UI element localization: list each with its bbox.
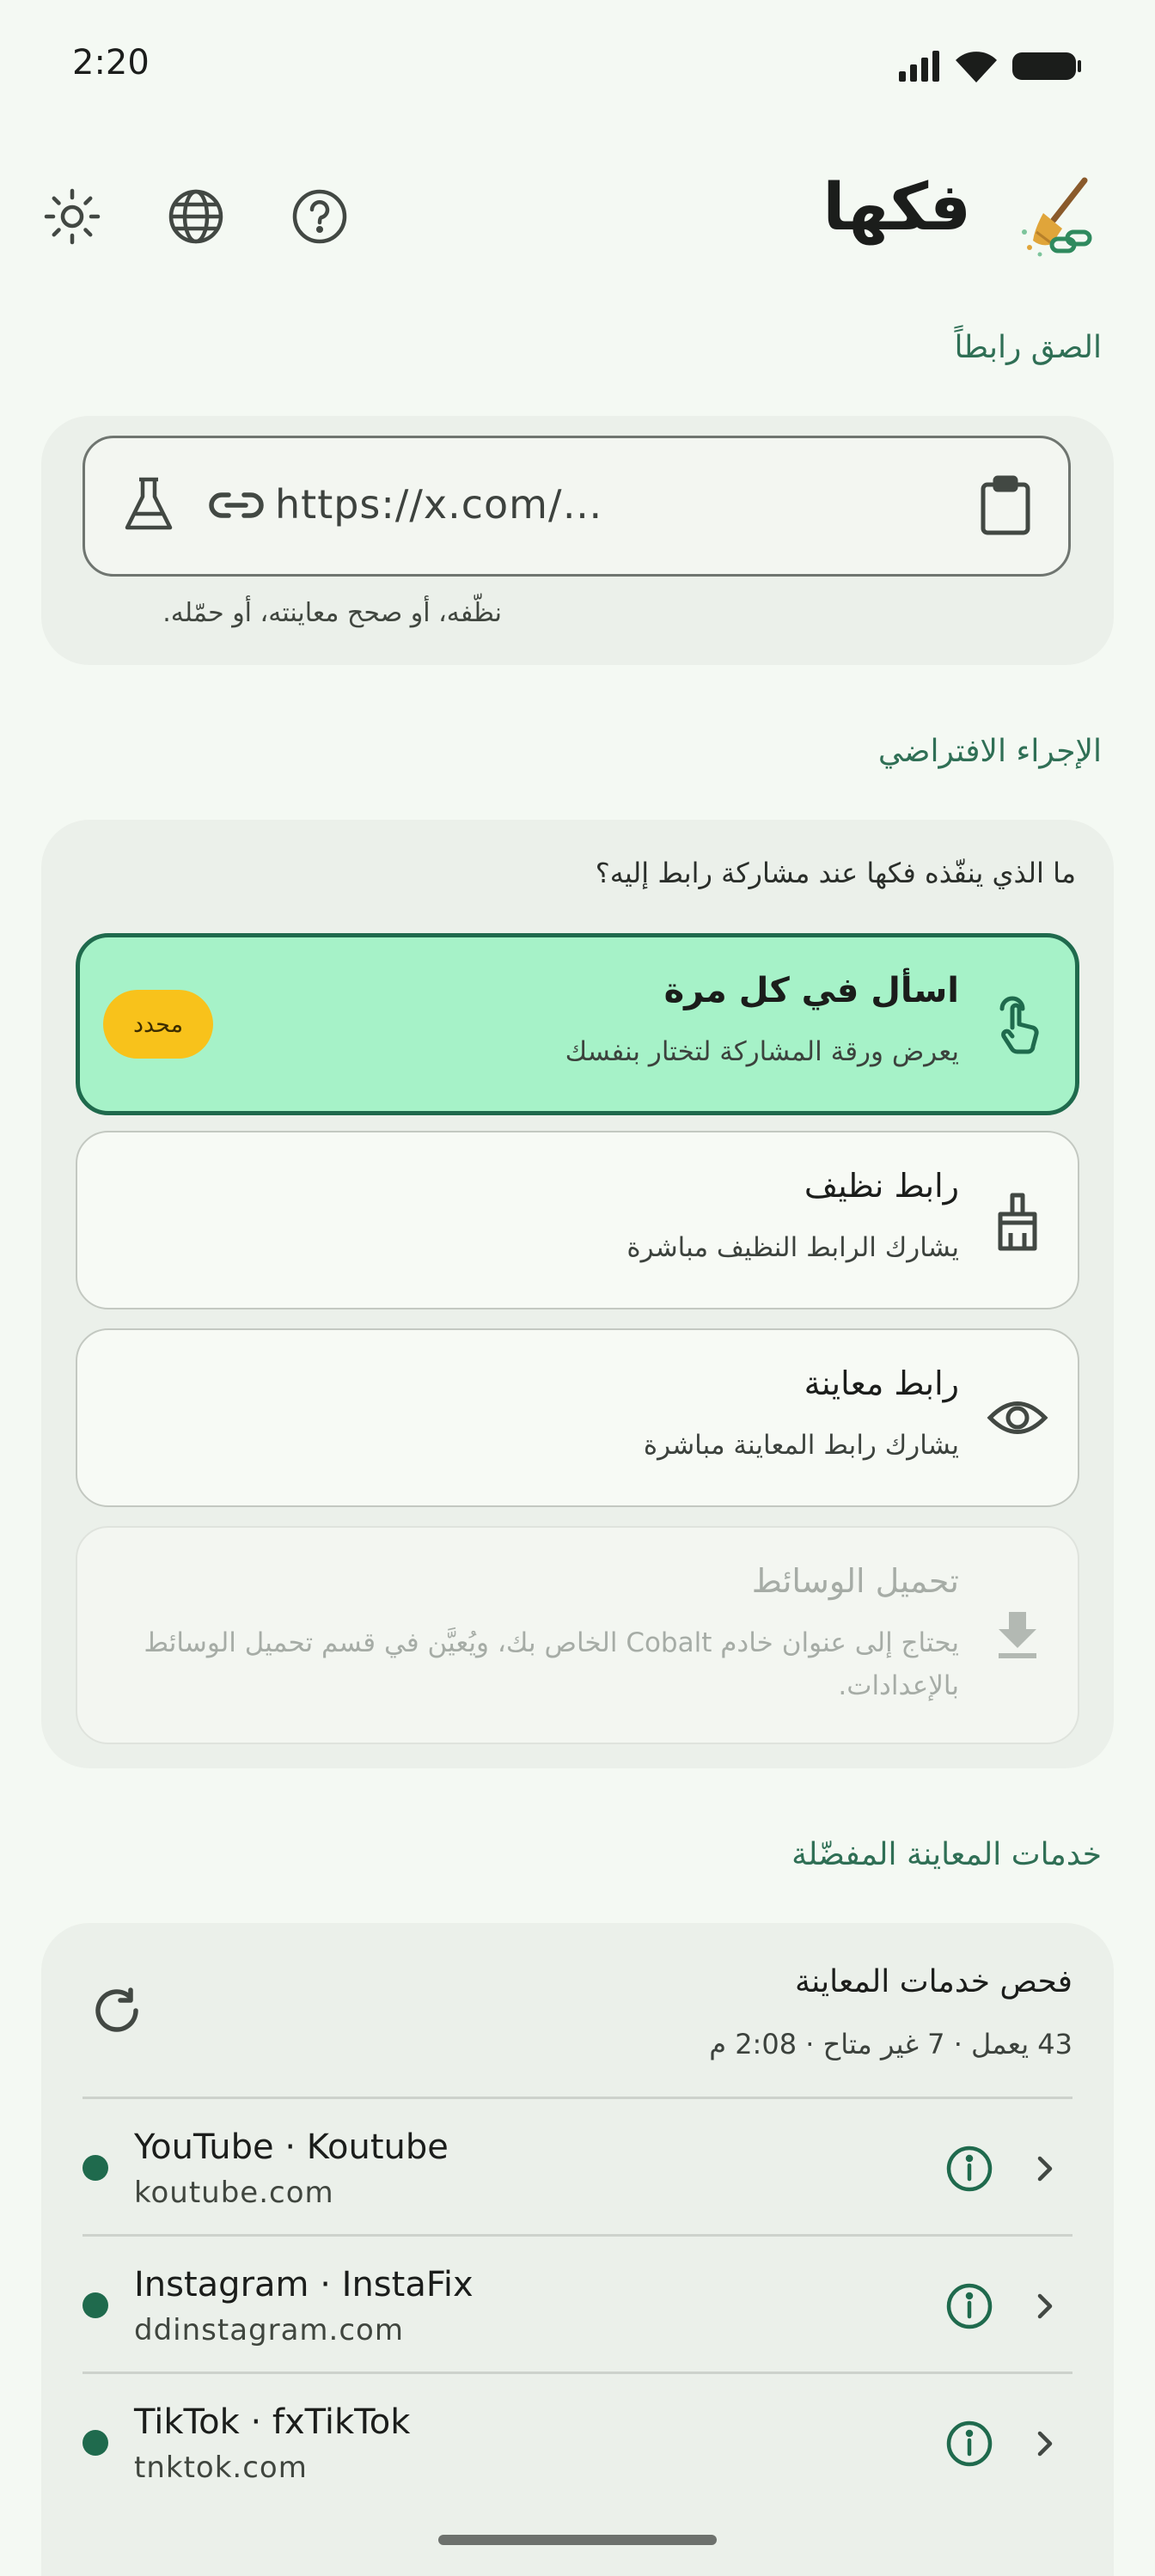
clipboard-icon — [981, 475, 1030, 535]
option-preview-icon-wrap — [985, 1385, 1050, 1450]
option-download-title: تحميل الوسائط — [751, 1562, 959, 1600]
tap-hand-icon — [999, 996, 1039, 1054]
option-preview-link[interactable] — [76, 1328, 1079, 1507]
option-ask-desc: يعرض ورقة المشاركة لتختار بنفسك — [565, 1036, 959, 1067]
url-input-value: https://x.com/… — [275, 481, 603, 528]
default-action-label: الإجراء الافتراضي — [877, 734, 1102, 769]
broom-link-logo — [1022, 177, 1092, 257]
refresh-check-button[interactable] — [89, 1985, 144, 2043]
option-clean-desc: يشارك الرابط النظيف مباشرة — [626, 1232, 959, 1263]
services-check-title: فحص خدمات المعاينة — [794, 1964, 1072, 1999]
info-icon — [946, 2283, 993, 2329]
option-preview-desc: يشارك رابط المعاينة مباشرة — [643, 1430, 959, 1461]
service-domain: ddinstagram.com — [134, 2313, 404, 2347]
option-preview-title: رابط معاينة — [804, 1364, 959, 1402]
eye-icon — [987, 1401, 1048, 1434]
services-check-status: 43 يعمل · 7 غير متاح · 2:08 م — [709, 2028, 1072, 2060]
service-info-button[interactable] — [945, 2420, 993, 2471]
service-row[interactable] — [82, 2236, 1072, 2373]
status-dot — [82, 2292, 108, 2318]
paste-section-label: الصق رابطاً — [954, 330, 1102, 365]
service-open-button[interactable] — [1030, 2152, 1060, 2189]
app-logo — [1018, 175, 1095, 261]
help-icon — [292, 189, 347, 244]
service-row[interactable] — [82, 2098, 1072, 2236]
globe-icon — [168, 189, 223, 244]
option-clean-icon-wrap — [985, 1189, 1050, 1254]
brightness-icon — [44, 188, 101, 245]
brightness-button[interactable] — [40, 184, 105, 249]
option-clean-link[interactable] — [76, 1131, 1079, 1309]
link-icon — [209, 492, 264, 518]
option-ask-icon-wrap — [988, 992, 1054, 1057]
service-row[interactable] — [82, 2373, 1072, 2511]
paste-hint: نظّفه، أو صحح معاينته، أو حمّله. — [162, 598, 502, 628]
refresh-icon — [95, 1987, 138, 2032]
option-download-icon-wrap — [985, 1602, 1050, 1667]
service-open-button[interactable] — [1030, 2289, 1060, 2327]
app-title: فكها — [822, 168, 971, 245]
battery-icon — [1012, 52, 1081, 80]
option-clean-title: رابط نظيف — [804, 1167, 959, 1205]
paste-clipboard-button[interactable] — [978, 474, 1033, 540]
option-ask-every-time[interactable] — [76, 933, 1079, 1115]
services-section-label: خدمات المعاينة المفضّلة — [791, 1837, 1102, 1872]
info-icon — [946, 2146, 993, 2192]
service-open-button[interactable] — [1030, 2426, 1060, 2464]
broom-icon — [998, 1193, 1037, 1251]
link-icon-wrap — [208, 481, 265, 533]
wifi-icon — [956, 52, 997, 82]
status-icons — [897, 48, 1083, 84]
chevron-right-icon — [1037, 2431, 1053, 2457]
service-name: Instagram · InstaFix — [134, 2265, 474, 2304]
service-domain: koutube.com — [134, 2176, 334, 2210]
status-dot — [82, 2155, 108, 2181]
service-info-button[interactable] — [945, 2145, 993, 2196]
chevron-right-icon — [1037, 2156, 1053, 2182]
option-download-desc: يحتاج إلى عنوان خادم Cobalt الخاص بك، وي… — [144, 1627, 959, 1658]
service-name: TikTok · fxTikTok — [134, 2402, 411, 2442]
chevron-right-icon — [1037, 2293, 1053, 2319]
signal-icon — [899, 51, 939, 82]
status-time: 2:20 — [72, 43, 150, 82]
test-flask-button[interactable] — [120, 474, 177, 538]
status-dot — [82, 2430, 108, 2456]
language-button[interactable] — [163, 184, 229, 249]
service-name: YouTube · Koutube — [134, 2127, 449, 2167]
flask-icon — [125, 477, 173, 530]
default-action-prompt: ما الذي ينفّذه فكها عند مشاركة رابط إليه… — [595, 857, 1076, 889]
home-indicator[interactable] — [438, 2535, 717, 2545]
info-icon — [946, 2420, 993, 2467]
download-icon — [999, 1612, 1036, 1658]
option-ask-title: اسأل في كل مرة — [663, 971, 959, 1010]
service-domain: tnktok.com — [134, 2451, 308, 2485]
selected-badge: محدد — [103, 990, 213, 1059]
service-info-button[interactable] — [945, 2282, 993, 2334]
help-button[interactable] — [287, 184, 352, 249]
option-download-desc-cont: بالإعدادات. — [838, 1670, 959, 1701]
